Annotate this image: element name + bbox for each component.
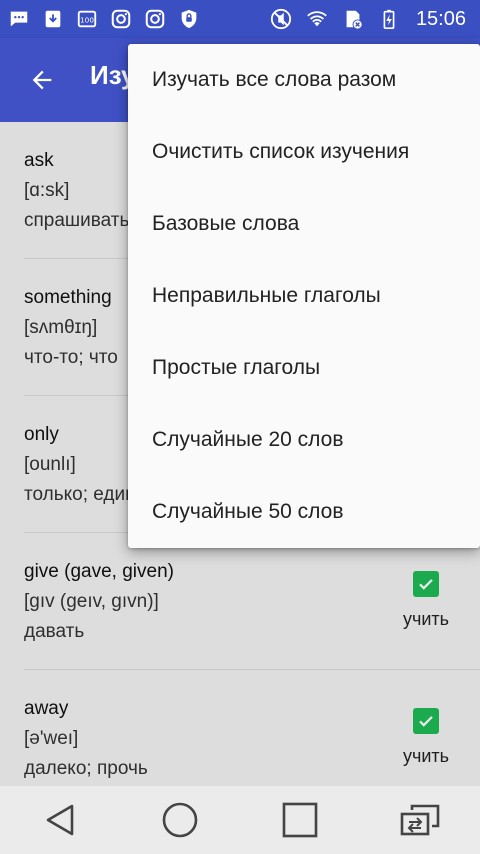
- menu-item-random-20[interactable]: Случайные 20 слов: [128, 404, 480, 476]
- sim-icon: [342, 8, 364, 30]
- battery-charging-icon: [378, 8, 400, 30]
- status-bar: 100 15:06: [0, 0, 480, 38]
- instagram-icon: [110, 8, 132, 30]
- menu-item-random-50[interactable]: Случайные 50 слов: [128, 476, 480, 548]
- word-meaning: далеко; прочь: [24, 758, 148, 779]
- navigation-bar: [0, 786, 480, 854]
- word-meaning: спрашивать: [24, 210, 130, 231]
- word-meaning: что-то; что: [24, 347, 118, 368]
- status-icons-right: 15:06: [270, 8, 480, 31]
- word-meaning: давать: [24, 621, 85, 642]
- overflow-menu: Изучать все слова разом Очистить список …: [128, 44, 480, 548]
- word-transcription: [ounlı]: [24, 454, 76, 475]
- wifi-icon: [306, 8, 328, 30]
- status-time: 15:06: [415, 7, 466, 30]
- message-icon: [8, 8, 30, 30]
- menu-item-learn-all[interactable]: Изучать все слова разом: [128, 44, 480, 116]
- nav-recents-button[interactable]: [270, 790, 330, 850]
- check-icon: [419, 716, 433, 727]
- arrow-left-icon: [32, 70, 52, 90]
- status-icons-left: 100: [0, 8, 200, 30]
- recents-icon: [282, 802, 318, 838]
- menu-item-irregular-verbs[interactable]: Неправильные глаголы: [128, 260, 480, 332]
- word-transcription: [ɑ:sk]: [24, 180, 70, 201]
- word-transcription: [gıv (geıv, gıvn)]: [24, 591, 159, 612]
- nav-home-button[interactable]: [150, 790, 210, 850]
- learn-checkbox[interactable]: [413, 708, 439, 734]
- storage-icon: 100: [76, 8, 98, 30]
- learn-checkbox[interactable]: [413, 571, 439, 597]
- svg-text:100: 100: [80, 16, 94, 25]
- list-item[interactable]: away [ə'weı] далеко; прочь учить: [24, 670, 480, 786]
- word-text: away: [24, 698, 69, 719]
- check-icon: [419, 579, 433, 590]
- back-icon: [46, 804, 74, 836]
- download-icon: [42, 8, 64, 30]
- word-transcription: [sʌmθɪŋ]: [24, 317, 98, 338]
- word-text: only: [24, 424, 59, 445]
- learn-toggle[interactable]: учить: [396, 571, 456, 630]
- switch-app-icon: [400, 804, 440, 836]
- word-transcription: [ə'weı]: [24, 728, 79, 749]
- nav-back-button[interactable]: [30, 790, 90, 850]
- learn-label: учить: [402, 746, 450, 766]
- word-text: give (gave, given): [24, 561, 174, 582]
- shield-icon: [178, 8, 200, 30]
- menu-item-simple-verbs[interactable]: Простые глаголы: [128, 332, 480, 404]
- back-button[interactable]: [20, 58, 64, 102]
- mute-icon: [270, 8, 292, 30]
- word-text: ask: [24, 150, 54, 171]
- home-icon: [162, 802, 198, 838]
- word-text: something: [24, 287, 112, 308]
- learn-label: учить: [402, 609, 450, 629]
- instagram-icon: [144, 8, 166, 30]
- learn-toggle[interactable]: учить: [396, 708, 456, 767]
- list-item[interactable]: give (gave, given) [gıv (geıv, gıvn)] да…: [24, 533, 480, 670]
- nav-switch-app-button[interactable]: [390, 790, 450, 850]
- menu-item-basic-words[interactable]: Базовые слова: [128, 188, 480, 260]
- menu-item-clear-list[interactable]: Очистить список изучения: [128, 116, 480, 188]
